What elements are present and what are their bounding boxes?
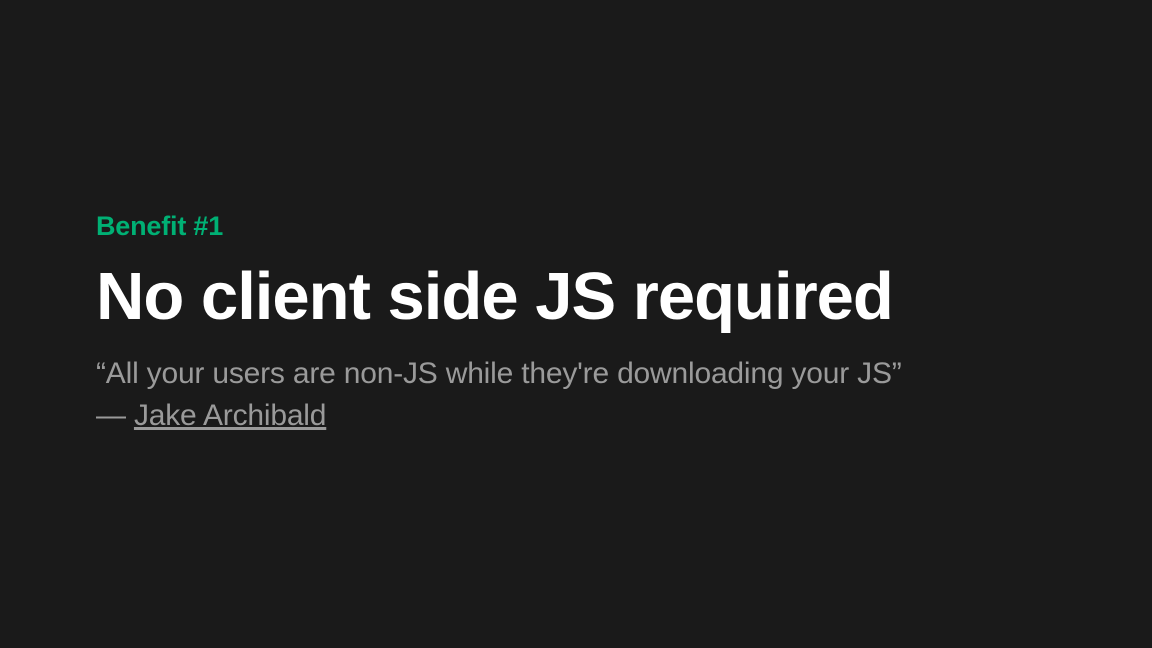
attribution-prefix: — (96, 399, 134, 432)
author-link[interactable]: Jake Archibald (134, 399, 326, 432)
quote-block: “All your users are non-JS while they're… (96, 353, 1092, 437)
slide-eyebrow: Benefit #1 (96, 211, 1092, 242)
slide-title: No client side JS required (96, 260, 1092, 334)
quote-text: “All your users are non-JS while they're… (96, 353, 1092, 395)
quote-attribution: — Jake Archibald (96, 395, 1092, 437)
